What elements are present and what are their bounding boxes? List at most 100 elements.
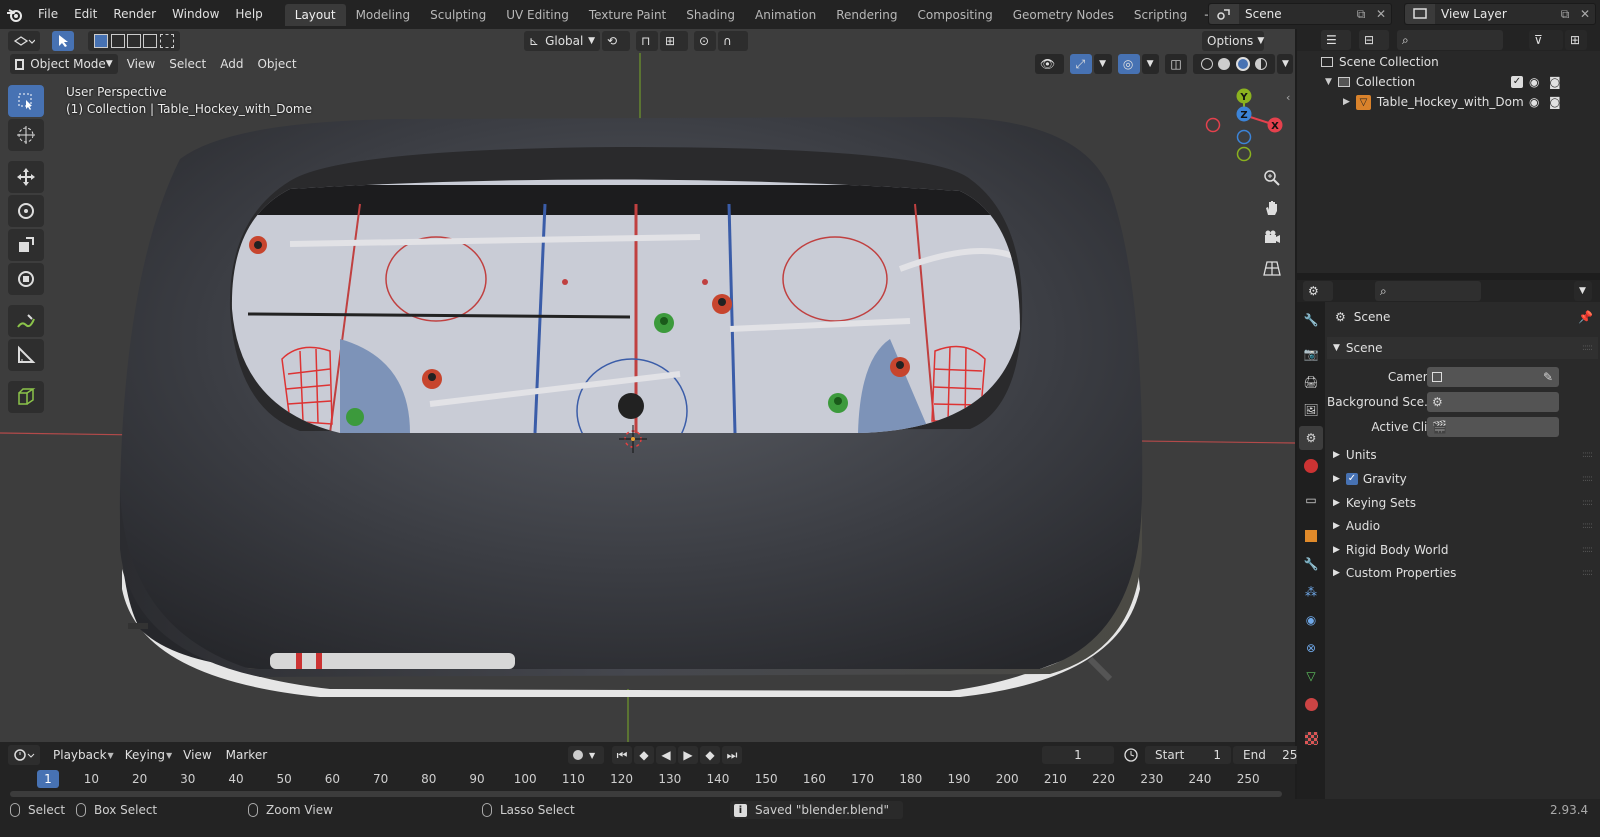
material-shading-icon[interactable] <box>1235 57 1250 71</box>
camera-view-icon[interactable] <box>1259 225 1285 251</box>
sidebar-toggle-icon[interactable]: ‹ <box>1286 91 1290 104</box>
tab-layout[interactable]: Layout <box>284 3 346 26</box>
frame-ruler[interactable]: 1 10 20 30 40 50 60 70 80 90 100 110 120 130 140 150 160… <box>0 768 1295 790</box>
tab-uv-editing[interactable]: UV Editing <box>496 4 579 26</box>
navigation-gizmo[interactable]: X Y Z <box>1204 87 1294 167</box>
scene-properties-tab-icon[interactable]: ⚙ <box>1299 426 1323 450</box>
current-frame-indicator[interactable]: 1 <box>37 770 59 788</box>
expand-arrow-icon[interactable]: ▼ <box>1325 77 1332 87</box>
transform-orientation-select[interactable]: ⊾ Global ▼ <box>524 31 600 51</box>
timeline-menu-keying[interactable]: Keying <box>118 748 172 762</box>
render-properties-tab-icon[interactable]: 📷 <box>1299 342 1323 366</box>
proportional-edit-icon[interactable]: ⊙ <box>694 31 716 51</box>
xray-toggle-icon[interactable]: ◫ <box>1165 54 1188 74</box>
tab-compositing[interactable]: Compositing <box>907 4 1002 26</box>
render-camera-icon[interactable]: ◙ <box>1549 75 1561 89</box>
mode-selector[interactable]: Object Mode ▼ <box>9 54 118 74</box>
menu-window[interactable]: Window <box>164 0 227 29</box>
snap-target-icon[interactable]: ⊞ <box>660 31 688 51</box>
overlay-toggle-icon[interactable]: ◎ <box>1117 54 1140 74</box>
panel-units-header[interactable]: ▶ Units ::::: <box>1327 444 1598 466</box>
viewport-menu-add[interactable]: Add <box>213 57 250 71</box>
chevron-down-icon[interactable]: ▼ <box>1094 54 1112 74</box>
panel-keying-sets-header[interactable]: ▶ Keying Sets ::::: <box>1327 492 1598 514</box>
select-subtract-icon[interactable] <box>126 34 141 48</box>
timeline-menu-marker[interactable]: Marker <box>219 748 274 762</box>
shading-mode-group[interactable] <box>1193 54 1275 74</box>
chevron-down-icon[interactable]: ▼ <box>1574 281 1592 301</box>
select-box-tool-icon[interactable] <box>8 85 44 117</box>
transform-tool-icon[interactable] <box>8 263 44 295</box>
add-cube-tool-icon[interactable] <box>8 381 44 413</box>
status-report[interactable]: i Saved "blender.blend" <box>730 801 904 819</box>
preview-range-clock-icon[interactable] <box>1122 746 1140 764</box>
pivot-point-icon[interactable]: ⟲ <box>602 31 630 51</box>
scale-tool-icon[interactable] <box>8 229 44 261</box>
display-mode-icon[interactable]: ⊟ <box>1359 30 1389 50</box>
drag-grip-icon[interactable]: ::::: <box>1582 545 1593 555</box>
properties-search-input[interactable]: ⌕ <box>1375 281 1481 301</box>
particle-properties-tab-icon[interactable]: ⁂ <box>1299 580 1323 604</box>
chevron-down-icon[interactable]: ▼ <box>1276 54 1293 74</box>
physics-properties-tab-icon[interactable]: ◉ <box>1299 608 1323 632</box>
current-frame-field[interactable]: 1 <box>1042 746 1114 764</box>
viewport-menu-view[interactable]: View <box>120 57 162 71</box>
eye-icon[interactable]: ◉ <box>1529 95 1539 109</box>
timeline-editor-type-icon[interactable] <box>8 745 40 765</box>
options-dropdown[interactable]: Options ▼ <box>1202 31 1264 51</box>
drag-grip-icon[interactable]: ::::: <box>1582 450 1593 460</box>
camera-field[interactable]: ✎ <box>1427 367 1559 387</box>
jump-start-icon[interactable]: ⏮ <box>612 746 632 764</box>
visibility-icon[interactable]: 👁 <box>1034 54 1065 74</box>
material-properties-tab-icon[interactable] <box>1299 692 1323 716</box>
modifier-properties-tab-icon[interactable]: 🔧 <box>1299 552 1323 576</box>
background-scene-field[interactable]: ⚙ <box>1427 392 1559 412</box>
outliner-search-input[interactable]: ⌕ <box>1397 30 1503 50</box>
drag-grip-icon[interactable]: ::::: <box>1582 474 1593 484</box>
perspective-toggle-icon[interactable] <box>1259 255 1285 281</box>
prev-keyframe-icon[interactable]: ◆ <box>634 746 654 764</box>
cursor-tool-icon[interactable] <box>8 119 44 151</box>
timeline-menu-playback[interactable]: Playback <box>46 748 114 762</box>
scene-selector[interactable]: Scene ⧉ ✕ <box>1208 3 1392 25</box>
drag-grip-icon[interactable]: ::::: <box>1582 498 1593 508</box>
gravity-checkbox[interactable]: ✓ <box>1345 473 1358 485</box>
panel-gravity-header[interactable]: ▶ ✓ Gravity ::::: <box>1327 468 1598 490</box>
move-tool-icon[interactable] <box>8 161 44 193</box>
chevron-down-icon[interactable]: ▼ <box>1141 54 1160 74</box>
select-invert-icon[interactable] <box>143 34 158 48</box>
snap-toggle-icon[interactable]: ⊓ <box>636 31 658 51</box>
outliner-row-scene-collection[interactable]: Scene Collection <box>1297 52 1600 72</box>
menu-help[interactable]: Help <box>227 0 270 29</box>
timeline-scrollbar[interactable] <box>10 791 1282 797</box>
panel-custom-properties-header[interactable]: ▶ Custom Properties ::::: <box>1327 562 1598 584</box>
panel-scene-header[interactable]: ▼ Scene ::::: <box>1327 337 1598 359</box>
panel-audio-header[interactable]: ▶ Audio ::::: <box>1327 515 1598 537</box>
properties-editor-type-icon[interactable]: ⚙ <box>1303 281 1333 301</box>
tab-rendering[interactable]: Rendering <box>826 4 907 26</box>
tab-scripting[interactable]: Scripting <box>1124 4 1197 26</box>
zoom-in-icon[interactable] <box>1259 165 1285 191</box>
editor-type-icon[interactable] <box>8 31 40 51</box>
expand-arrow-icon[interactable]: ▶ <box>1343 97 1350 107</box>
new-scene-icon[interactable]: ⧉ <box>1351 4 1371 24</box>
annotate-tool-icon[interactable] <box>8 305 44 337</box>
select-new-icon[interactable] <box>94 34 109 48</box>
next-keyframe-icon[interactable]: ◆ <box>700 746 720 764</box>
solid-shading-icon[interactable] <box>1218 58 1231 70</box>
proportional-falloff-icon[interactable]: ∩ <box>718 31 748 51</box>
viewport-menu-object[interactable]: Object <box>250 57 303 71</box>
tab-modeling[interactable]: Modeling <box>346 4 421 26</box>
3d-viewport[interactable]: ⊾ Global ▼ ⟲ ⊓ ⊞ ⊙ ∩ Options ▼ Object Mo… <box>0 29 1295 742</box>
menu-edit[interactable]: Edit <box>66 0 105 29</box>
play-reverse-icon[interactable]: ◀ <box>656 746 676 764</box>
object-properties-tab-icon[interactable] <box>1299 524 1323 548</box>
delete-view-layer-icon[interactable]: ✕ <box>1575 4 1595 24</box>
tab-animation[interactable]: Animation <box>745 4 826 26</box>
panel-rigid-body-world-header[interactable]: ▶ Rigid Body World ::::: <box>1327 539 1598 561</box>
pin-icon[interactable]: 📌 <box>1578 310 1593 324</box>
tab-geometry-nodes[interactable]: Geometry Nodes <box>1003 4 1124 26</box>
new-collection-icon[interactable]: ⊞ <box>1565 30 1587 50</box>
menu-file[interactable]: File <box>30 0 66 29</box>
drag-grip-icon[interactable]: ::::: <box>1582 343 1593 353</box>
